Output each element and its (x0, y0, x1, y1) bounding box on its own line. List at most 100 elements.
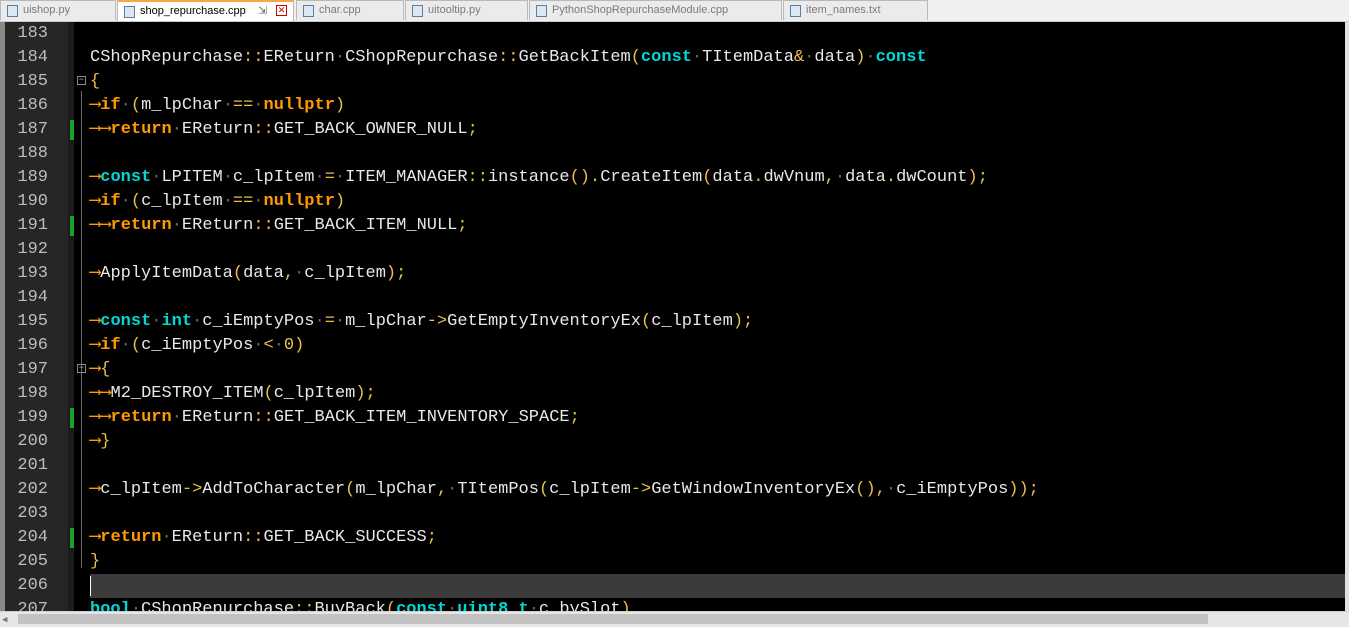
code-line[interactable]: 195 ⟶const·int·c_iEmptyPos·=·m_lpChar->G… (0, 310, 1345, 334)
token: const (640, 48, 692, 67)
code-line[interactable]: 185 − { (0, 70, 1345, 94)
code-text: } (90, 550, 100, 574)
close-icon[interactable]: ✕ (276, 5, 287, 16)
whitespace-marker: · (151, 312, 162, 331)
code-line[interactable]: 204 ⟶return·EReturn::GET_BACK_SUCCESS; (0, 526, 1345, 550)
whitespace-marker: · (171, 408, 182, 427)
token: CreateItem (600, 168, 703, 187)
whitespace-marker: · (334, 168, 346, 187)
token: ; (457, 216, 468, 235)
code-line[interactable]: 191 ⟶⟶return·EReturn::GET_BACK_ITEM_NULL… (0, 214, 1345, 238)
token: ApplyItemData (100, 264, 233, 283)
token: ); (385, 264, 407, 283)
line-number: 184 (17, 48, 48, 67)
code-line[interactable]: 186 ⟶if·(m_lpChar·==·nullptr) (0, 94, 1345, 118)
token: nullptr (263, 192, 335, 211)
whitespace-marker: · (253, 336, 264, 355)
token: GET_BACK_ITEM_NULL (273, 216, 458, 235)
code-text: ⟶} (90, 430, 110, 454)
line-number: 191 (17, 216, 48, 235)
code-line[interactable]: 183 (0, 22, 1345, 46)
token: uint8_t (457, 600, 529, 611)
code-line[interactable]: 190 ⟶if·(c_lpItem·==·nullptr) (0, 190, 1345, 214)
token: c_lpItem (304, 264, 386, 283)
code-line[interactable]: 201 (0, 454, 1345, 478)
token: c_iEmptyPos (202, 312, 315, 331)
current-code-line[interactable]: 206 (0, 574, 1345, 598)
code-editor[interactable]: 183 184 CShopRepurchase::EReturn·CShopRe… (0, 22, 1349, 611)
text-cursor (90, 576, 91, 596)
code-line[interactable]: 205 } (0, 550, 1345, 574)
code-text: ⟶const·LPITEM·c_lpItem·=·ITEM_MANAGER::i… (90, 166, 988, 190)
file-icon (790, 5, 801, 17)
code-line[interactable]: 197 − ⟶{ (0, 358, 1345, 382)
pin-icon[interactable]: ⇲ (258, 2, 267, 21)
scroll-left-icon[interactable]: ◀ (2, 615, 7, 625)
horizontal-scrollbar[interactable]: ◀ (0, 611, 1349, 627)
fold-toggle-icon[interactable]: − (77, 364, 86, 373)
line-number: 207 (17, 600, 48, 611)
whitespace-marker: · (804, 48, 815, 67)
token: c_iEmptyPos (141, 336, 254, 355)
token: = (324, 312, 335, 331)
code-line[interactable]: 189 ⟶const·LPITEM·c_lpItem·=·ITEM_MANAGE… (0, 166, 1345, 190)
tab-uitooltip-py[interactable]: uitooltip.py (405, 0, 528, 20)
token: EReturn (181, 408, 254, 427)
tab-char-cpp[interactable]: char.cpp (296, 0, 404, 20)
token: ) (620, 600, 631, 611)
tab-uishop-py[interactable]: uishop.py (0, 0, 116, 20)
code-line[interactable]: 193 ⟶ApplyItemData(data,·c_lpItem); (0, 262, 1345, 286)
whitespace-marker: · (130, 600, 142, 611)
whitespace-marker: · (314, 168, 325, 187)
token: :: (467, 168, 488, 187)
code-line[interactable]: 194 (0, 286, 1345, 310)
code-line[interactable]: 198 ⟶⟶M2_DESTROY_ITEM(c_lpItem); (0, 382, 1345, 406)
line-number: 188 (17, 144, 48, 163)
code-line[interactable]: 203 (0, 502, 1345, 526)
token: , (283, 264, 295, 283)
line-number: 190 (17, 192, 48, 211)
whitespace-marker: · (151, 168, 162, 187)
token: EReturn (181, 216, 254, 235)
token: :: (253, 408, 274, 427)
code-text: ⟶if·(c_lpItem·==·nullptr) (90, 190, 345, 214)
token: c_iEmptyPos (896, 480, 1009, 499)
token: AddToCharacter (202, 480, 346, 499)
token: LPITEM (161, 168, 223, 187)
token: EReturn (171, 528, 244, 547)
tab-label: uishop.py (23, 4, 71, 16)
code-line[interactable]: 188 (0, 142, 1345, 166)
line-number: 195 (17, 312, 48, 331)
token: GetWindowInventoryEx (651, 480, 856, 499)
token: -> (630, 480, 652, 499)
token: -> (181, 480, 203, 499)
code-line[interactable]: 207 bool·CShopRepurchase::BuyBack(const·… (0, 598, 1345, 611)
fold-toggle-icon[interactable]: − (77, 76, 86, 85)
tab-marker: ⟶ (90, 384, 101, 403)
code-line[interactable]: 199 ⟶⟶return·EReturn::GET_BACK_ITEM_INVE… (0, 406, 1345, 430)
token: , (436, 480, 448, 499)
whitespace-marker: · (171, 216, 182, 235)
token: ); (355, 384, 376, 403)
whitespace-marker: · (171, 120, 182, 139)
tab-python-shop-repurchase-module-cpp[interactable]: PythonShopRepurchaseModule.cpp (529, 0, 782, 20)
whitespace-marker: · (273, 336, 284, 355)
tab-shop-repurchase-cpp[interactable]: shop_repurchase.cpp ⇲ ✕ (117, 0, 294, 21)
token: instance (487, 168, 570, 187)
code-line[interactable]: 187 ⟶⟶return·EReturn::GET_BACK_OWNER_NUL… (0, 118, 1345, 142)
whitespace-marker: · (120, 96, 131, 115)
whitespace-marker: · (314, 312, 325, 331)
token: ( (630, 48, 641, 67)
code-line[interactable]: 184 CShopRepurchase::EReturn·CShopRepurc… (0, 46, 1345, 70)
code-line[interactable]: 196 ⟶if·(c_iEmptyPos·<·0) (0, 334, 1345, 358)
code-line[interactable]: 192 (0, 238, 1345, 262)
whitespace-marker: · (120, 336, 131, 355)
code-line[interactable]: 200 ⟶} (0, 430, 1345, 454)
tab-item-names-txt[interactable]: item_names.txt (783, 0, 928, 20)
line-number: 204 (17, 528, 48, 547)
code-line[interactable]: 202 ⟶c_lpItem->AddToCharacter(m_lpChar,·… (0, 478, 1345, 502)
code-text: ⟶if·(c_iEmptyPos·<·0) (90, 334, 304, 358)
vertical-scrollbar[interactable] (1345, 22, 1349, 611)
token: m_lpChar (141, 96, 223, 115)
horizontal-scroll-thumb[interactable] (18, 614, 1208, 624)
